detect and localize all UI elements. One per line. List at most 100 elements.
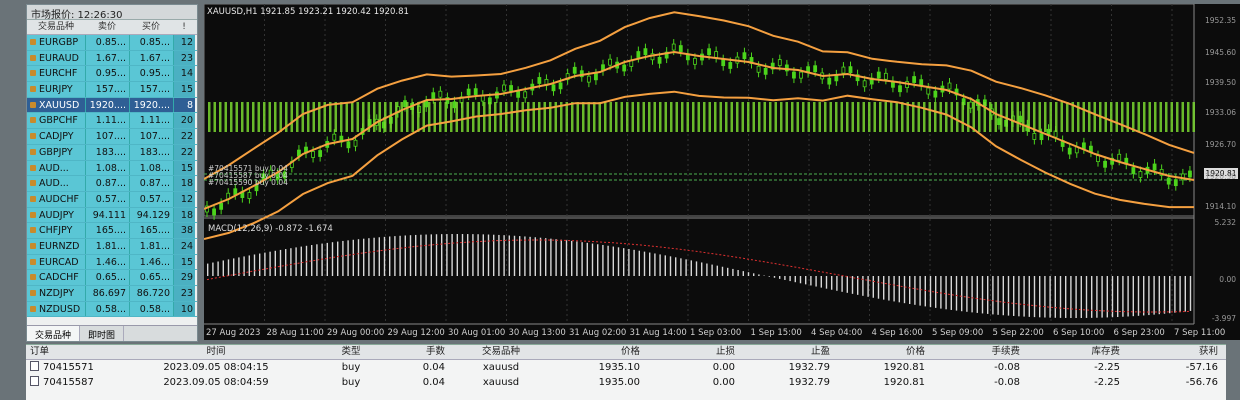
macd-bar	[716, 265, 718, 276]
symbol-row[interactable]: EURJPY 157.... 157.... 15	[27, 82, 197, 98]
indicator-bar	[576, 102, 579, 132]
macd-bar	[841, 276, 843, 292]
symbol-icon	[30, 164, 36, 171]
macd-bar	[836, 276, 838, 291]
macd-bar	[1085, 276, 1088, 318]
trade-cell: -56.76	[1185, 377, 1218, 388]
symbol-row[interactable]: AUD... 0.87... 0.87... 18	[27, 176, 197, 192]
macd-bar	[732, 268, 734, 276]
macd-bar	[695, 261, 698, 276]
trade-table-body: 70415571 2023.09.05 08:04:15 buy 0.04 xauusd…	[26, 360, 1226, 390]
time-tick: 28 Aug 11:00	[266, 328, 324, 338]
price-chart[interactable]: XAUUSD,H1 1921.85 1923.21 1920.42 1920.8…	[204, 4, 1240, 340]
indicator-bar	[532, 102, 535, 132]
indicator-bar	[785, 102, 788, 132]
column-header[interactable]: 类型	[316, 345, 386, 359]
macd-bar	[253, 254, 256, 276]
indicator-bar	[879, 102, 882, 132]
chart-canvas[interactable]	[204, 4, 1240, 340]
column-header[interactable]: 价格	[551, 345, 646, 359]
indicator-bar	[373, 102, 376, 132]
macd-bar	[867, 276, 869, 297]
column-header[interactable]: 止损	[646, 345, 741, 359]
symbol-row[interactable]: EURCAD 1.46... 1.46... 15	[27, 254, 197, 271]
indicator-bar	[906, 102, 909, 132]
symbol-row[interactable]: NZDJPY 86.697 86.720 23	[27, 286, 197, 302]
indicator-bar	[587, 102, 590, 132]
indicator-bar	[213, 102, 216, 132]
symbol-row[interactable]: EURAUD 1.67... 1.67... 23	[27, 50, 197, 67]
macd-bar	[779, 276, 781, 279]
symbol-row[interactable]: AUD... 1.08... 1.08... 15	[27, 160, 197, 177]
symbol-icon	[30, 227, 36, 234]
indicator-bar	[956, 102, 959, 132]
time-tick: 29 Aug 00:00	[327, 328, 385, 338]
indicator-bar	[1176, 102, 1179, 132]
symbol-name: CHFJPY	[27, 223, 85, 238]
order-label: #70415590 buy 0.04	[208, 178, 288, 187]
symbol-row[interactable]: CADCHF 0.65... 0.65... 29	[27, 270, 197, 286]
symbol-row[interactable]: CADJPY 107.... 107.... 22	[27, 129, 197, 145]
macd-bar	[685, 259, 687, 276]
symbol-row[interactable]: AUDCHF 0.57... 0.57... 12	[27, 191, 197, 208]
time-tick: 7 Sep 11:00	[1174, 328, 1226, 338]
trade-row[interactable]: 70415571 2023.09.05 08:04:15 buy 0.04 xauusd…	[26, 360, 1226, 375]
symbol-row[interactable]: AUDJPY 94.111 94.129 18	[27, 207, 197, 224]
indicator-bar	[620, 102, 623, 132]
indicator-bar	[1055, 102, 1058, 132]
indicator-bar	[488, 102, 491, 132]
symbol-row[interactable]: NZDUSD 0.58... 0.58... 10	[27, 301, 197, 318]
chart-title: XAUUSD,H1 1921.85 1923.21 1920.42 1920.8…	[207, 7, 409, 17]
column-header[interactable]: 手数	[386, 345, 451, 359]
macd-bar	[305, 245, 308, 276]
column-header[interactable]: 价格	[836, 345, 931, 359]
symbol-row[interactable]: EURCHF 0.95... 0.95... 14	[27, 66, 197, 83]
col-spread[interactable]: !	[173, 20, 195, 34]
macd-bar	[1080, 276, 1082, 318]
candle	[551, 84, 556, 92]
macd-bar	[1054, 276, 1056, 318]
macd-bar	[326, 242, 328, 276]
indicator-bar	[873, 102, 876, 132]
candle	[1096, 155, 1100, 163]
candle	[792, 71, 796, 79]
macd-bar	[628, 248, 630, 276]
column-header[interactable]: 交易品种	[451, 345, 551, 359]
macd-bar	[227, 259, 230, 276]
symbol-name: EURNZD	[27, 238, 85, 254]
col-symbol[interactable]: 交易品种	[27, 20, 85, 34]
macd-bar	[966, 276, 968, 312]
macd-tick: 5.232	[1214, 218, 1236, 227]
symbol-row[interactable]: CHFJPY 165.... 165.... 38	[27, 223, 197, 239]
bid-price: 1.81...	[85, 238, 129, 254]
column-header[interactable]: 止盈	[741, 345, 836, 359]
tab-tick-chart[interactable]: 即时图	[80, 326, 125, 341]
col-bid[interactable]: 卖价	[85, 20, 129, 34]
macd-bar	[467, 234, 469, 276]
symbol-row[interactable]: EURNZD 1.81... 1.81... 24	[27, 238, 197, 255]
column-header[interactable]: 订单	[26, 345, 116, 359]
tab-symbols[interactable]: 交易品种	[27, 326, 81, 341]
column-header[interactable]: 获利	[1126, 345, 1224, 359]
symbol-name: AUD...	[27, 160, 85, 176]
time-tick: 5 Sep 09:00	[932, 328, 984, 338]
candle	[912, 76, 917, 83]
indicator-bar	[527, 102, 530, 132]
column-header[interactable]: 手续费	[931, 345, 1026, 359]
macd-bar	[264, 252, 266, 276]
indicator-bar	[719, 102, 722, 132]
candle	[1039, 133, 1044, 141]
bid-price: 0.58...	[85, 301, 129, 317]
candle	[1081, 142, 1086, 150]
symbol-row[interactable]: EURGBP 0.85... 0.85... 12	[27, 35, 197, 51]
col-ask[interactable]: 买价	[129, 20, 173, 34]
column-header[interactable]: 时间	[116, 345, 316, 359]
symbol-row[interactable]: GBPCHF 1.11... 1.11... 20	[27, 113, 197, 130]
column-header[interactable]: 库存费	[1026, 345, 1126, 359]
symbol-row[interactable]: XAUUSD 1920.... 1920.... 8	[27, 97, 197, 114]
macd-bar	[794, 276, 796, 283]
indicator-bar	[1192, 102, 1195, 132]
trade-row[interactable]: 70415587 2023.09.05 08:04:59 buy 0.04 xauusd…	[26, 375, 1226, 390]
indicator-bar	[994, 102, 997, 132]
symbol-row[interactable]: GBPJPY 183.... 183.... 22	[27, 144, 197, 161]
